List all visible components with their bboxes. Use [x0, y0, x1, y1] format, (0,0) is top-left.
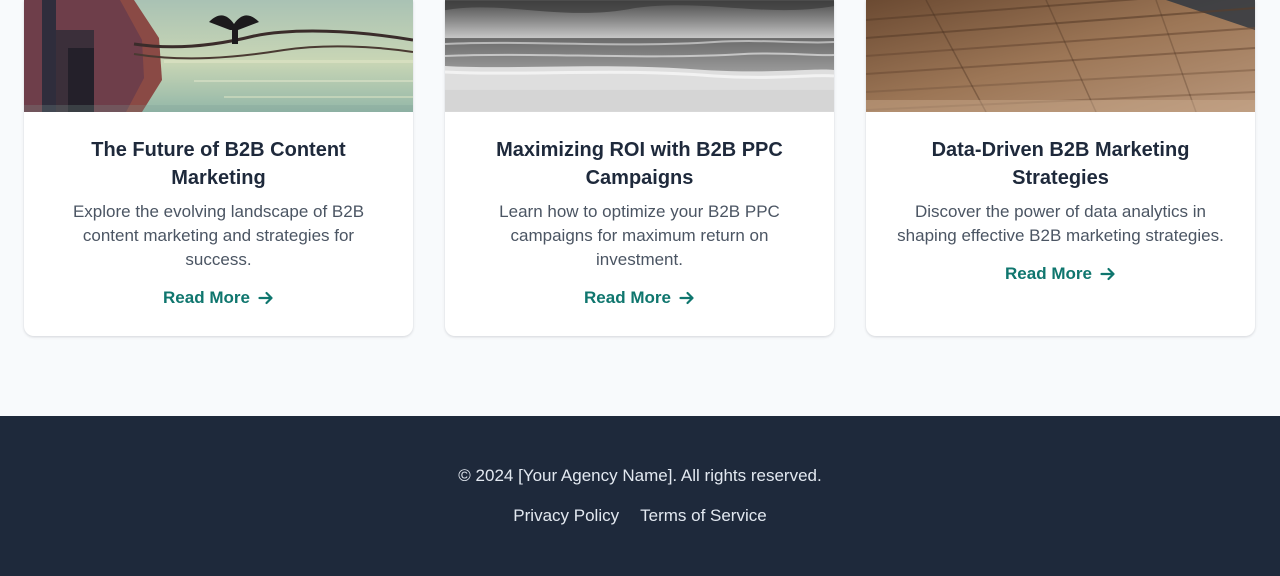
- harbor-bird-image: [24, 0, 413, 112]
- terms-of-service-link[interactable]: Terms of Service: [640, 504, 767, 528]
- beach-seascape-image: [445, 0, 834, 112]
- read-more-label: Read More: [163, 288, 250, 307]
- read-more-label: Read More: [1005, 264, 1092, 283]
- read-more-link[interactable]: Read More: [163, 288, 274, 308]
- card-description: Learn how to optimize your B2B PPC campa…: [499, 202, 780, 269]
- privacy-policy-link[interactable]: Privacy Policy: [513, 504, 619, 528]
- footer-links: Privacy Policy Terms of Service: [0, 504, 1280, 528]
- arrow-right-icon: [258, 290, 274, 306]
- card-description: Discover the power of data analytics in …: [897, 202, 1224, 245]
- card-title: The Future of B2B Content Marketing: [91, 139, 346, 189]
- read-more-link[interactable]: Read More: [584, 288, 695, 308]
- blog-card: Maximizing ROI with B2B PPC Campaigns Le…: [445, 0, 834, 336]
- read-more-link[interactable]: Read More: [1005, 264, 1116, 284]
- card-body: Maximizing ROI with B2B PPC Campaigns Le…: [445, 112, 834, 308]
- page: The Future of B2B Content Marketing Expl…: [0, 0, 1280, 576]
- read-more-label: Read More: [584, 288, 671, 307]
- card-body: The Future of B2B Content Marketing Expl…: [24, 112, 413, 308]
- arrow-right-icon: [679, 290, 695, 306]
- card-title: Maximizing ROI with B2B PPC Campaigns: [496, 139, 783, 189]
- card-body: Data-Driven B2B Marketing Strategies Dis…: [866, 112, 1255, 284]
- arrow-right-icon: [1100, 266, 1116, 282]
- copyright-text: © 2024 [Your Agency Name]. All rights re…: [458, 466, 822, 485]
- wooden-deck-image: [866, 0, 1255, 112]
- card-title: Data-Driven B2B Marketing Strategies: [931, 139, 1190, 189]
- blog-card: The Future of B2B Content Marketing Expl…: [24, 0, 413, 336]
- blog-card-grid: The Future of B2B Content Marketing Expl…: [24, 0, 1256, 336]
- site-footer: © 2024 [Your Agency Name]. All rights re…: [0, 416, 1280, 576]
- blog-card: Data-Driven B2B Marketing Strategies Dis…: [866, 0, 1255, 336]
- card-description: Explore the evolving landscape of B2B co…: [72, 202, 365, 269]
